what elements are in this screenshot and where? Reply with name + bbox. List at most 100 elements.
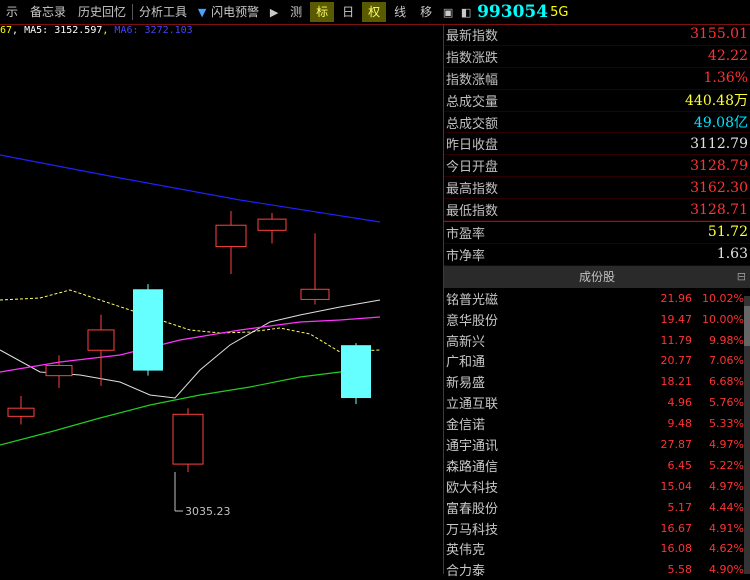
constituent-name: 合力泰 (446, 564, 486, 580)
constituent-price: 20.77 (660, 354, 693, 368)
candle-body[interactable] (300, 288, 330, 300)
constituent-price: 11.79 (660, 333, 693, 347)
constituent-name: 铭普光磁 (446, 292, 499, 308)
constituent-name: 英伟克 (446, 543, 486, 559)
constituent-name: 富春股份 (446, 501, 499, 517)
toolbar-button-day[interactable]: 日 (336, 2, 360, 22)
constituent-row[interactable]: 立通互联 4.96 5.76% (444, 392, 750, 413)
constituent-price: 9.48 (667, 417, 693, 431)
scrollbar-thumb[interactable] (744, 306, 750, 346)
play-icon[interactable]: ▶ (265, 6, 283, 19)
constituent-row[interactable]: 高新兴 11.79 9.98% (444, 330, 750, 351)
constituent-row[interactable]: 通宇通讯 27.87 4.97% (444, 434, 750, 455)
quote-value: 440.48万 (685, 93, 748, 110)
quote-value: 3112.79 (690, 135, 748, 152)
constituent-price: 19.47 (660, 312, 693, 326)
constituent-row[interactable]: 意华股份 19.47 10.00% (444, 309, 750, 330)
constituent-change-pct: 5.33% (709, 417, 744, 431)
candle-body[interactable] (172, 413, 204, 465)
toolbar-item-history[interactable]: 历史回忆 (72, 1, 132, 23)
quote-label: 总成交量 (446, 94, 499, 110)
quote-row: 最新指数 3155.01 (444, 24, 750, 46)
constituent-change-pct: 7.06% (709, 354, 744, 368)
kline-chart[interactable]: 3035.23 (0, 24, 443, 572)
ma-line-white (0, 299, 381, 399)
toolbar-item-analysis-tools[interactable]: 分析工具 (133, 1, 193, 23)
toolbar-button-measure[interactable]: 测 (284, 2, 308, 22)
candle-body[interactable] (7, 407, 35, 417)
constituent-change-pct: 4.97% (709, 479, 744, 493)
constituent-price: 15.04 (660, 479, 693, 493)
toolbar-item-memo[interactable]: 备忘录 (24, 1, 72, 23)
candle-body[interactable] (215, 224, 247, 248)
constituent-name: 新易盛 (446, 376, 486, 392)
candle-body[interactable] (257, 218, 287, 231)
quote-row: 今日开盘 3128.79 (444, 155, 750, 178)
toolbar-button-move[interactable]: 移 (414, 2, 438, 22)
quote-label: 总成交额 (446, 116, 499, 132)
quote-row: 指数涨幅 1.36% (444, 68, 750, 90)
constituent-name: 意华股份 (446, 313, 499, 329)
constituent-change-pct: 5.76% (709, 396, 744, 410)
constituent-row[interactable]: 英伟克 16.08 4.62% (444, 538, 750, 559)
toolbar-button-line[interactable]: 线 (388, 2, 412, 22)
constituent-name: 高新兴 (446, 334, 486, 350)
toolbar-item-flash-alert[interactable]: 闪电预警 (211, 1, 265, 23)
quote-extra-rows: 市盈率 51.72 市净率 1.63 (444, 222, 750, 266)
constituent-name: 金信诺 (446, 418, 486, 434)
constituent-price: 5.58 (667, 563, 693, 577)
ma-line-magenta (0, 316, 381, 373)
quote-label: 指数涨跌 (446, 50, 499, 66)
candle-body[interactable] (45, 365, 73, 377)
constituent-change-pct: 10.00% (702, 312, 744, 326)
candle-body[interactable] (87, 329, 115, 351)
stock-code-suffix: 5G (550, 4, 569, 20)
quote-value: 1.36% (703, 70, 748, 87)
constituent-price: 6.45 (667, 458, 693, 472)
candles (7, 211, 371, 472)
constituents-scrollbar[interactable] (744, 296, 750, 574)
pin-icon[interactable]: ⊟ (737, 266, 746, 288)
constituent-row[interactable]: 森路通信 6.45 5.22% (444, 455, 750, 476)
constituent-change-pct: 5.22% (709, 458, 744, 472)
quote-extra-label: 市盈率 (446, 226, 486, 242)
constituent-price: 18.21 (660, 375, 693, 389)
constituents-header[interactable]: 成份股 ⊟ (444, 265, 750, 288)
constituent-name: 森路通信 (446, 459, 499, 475)
candle-body[interactable] (341, 345, 371, 399)
quote-row: 指数涨跌 42.22 (444, 46, 750, 68)
toolbar-button-mark[interactable]: 标 (310, 2, 335, 22)
constituent-change-pct: 6.68% (709, 375, 744, 389)
quote-extra-label: 市净率 (446, 248, 486, 264)
panel-toggle-icon[interactable]: ◧ (457, 6, 475, 19)
quote-value: 3128.71 (690, 201, 748, 218)
dropdown-arrow-icon[interactable]: ▼ (193, 6, 211, 19)
toolbar-button-rights[interactable]: 权 (362, 2, 387, 22)
candle-body[interactable] (133, 289, 163, 371)
constituent-change-pct: 4.97% (709, 437, 744, 451)
constituents-list: 铭普光磁 21.96 10.02% 意华股份 19.47 10.00% 高新兴 11.79 9.… (444, 288, 750, 580)
constituent-row[interactable]: 新易盛 18.21 6.68% (444, 371, 750, 392)
quote-extra-value: 51.72 (707, 224, 748, 241)
constituent-price: 16.67 (660, 521, 693, 535)
constituent-price: 16.08 (660, 542, 693, 556)
constituent-name: 欧大科技 (446, 480, 499, 496)
quote-value: 42.22 (707, 48, 748, 65)
constituent-row[interactable]: 合力泰 5.58 4.90% (444, 559, 750, 580)
window-icon[interactable]: ▣ (439, 6, 457, 19)
quote-value: 3128.79 (690, 157, 748, 174)
constituent-change-pct: 4.90% (709, 563, 744, 577)
constituent-row[interactable]: 金信诺 9.48 5.33% (444, 413, 750, 434)
constituent-row[interactable]: 欧大科技 15.04 4.97% (444, 476, 750, 497)
toolbar-item-show[interactable]: 示 (0, 1, 24, 23)
quote-label: 今日开盘 (446, 160, 499, 176)
constituent-row[interactable]: 万马科技 16.67 4.91% (444, 518, 750, 539)
constituent-row[interactable]: 富春股份 5.17 4.44% (444, 497, 750, 518)
quote-row: 总成交量 440.48万 (444, 90, 750, 112)
constituent-row[interactable]: 广和通 20.77 7.06% (444, 350, 750, 371)
quote-value: 49.08亿 (693, 115, 748, 131)
constituent-row[interactable]: 铭普光磁 21.96 10.02% (444, 288, 750, 309)
quote-row: 最低指数 3128.71 (444, 199, 750, 222)
stock-code: 993054 (477, 2, 549, 22)
quote-panel: 最新指数 3155.01 指数涨跌 42.22 指数涨幅 1.36% 总成交量 440.48万… (444, 24, 750, 579)
